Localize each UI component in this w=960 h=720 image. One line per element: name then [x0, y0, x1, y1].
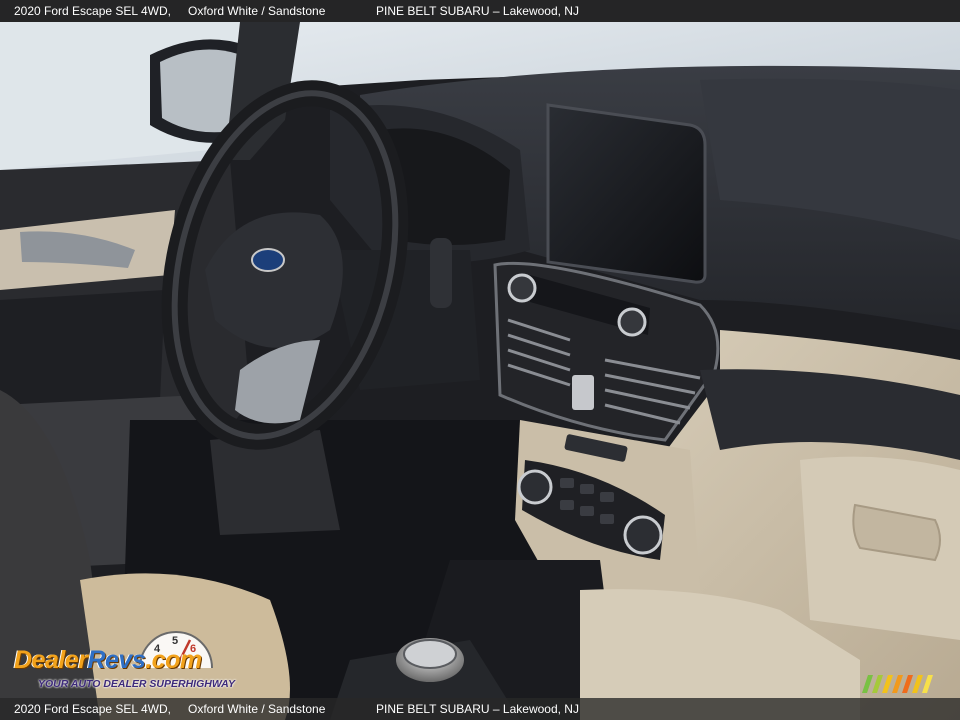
watermark-brand-dealer: Dealer: [14, 646, 88, 674]
watermark-tagline: YOUR AUTO DEALER SUPERHIGHWAY: [38, 678, 235, 690]
dealerrevs-watermark: 4 5 6 DealerRevs.com YOUR AUTO DEALER SU…: [12, 624, 272, 696]
caption-dealer-bottom: PINE BELT SUBARU – Lakewood, NJ: [376, 702, 579, 716]
caption-model-bottom: 2020 Ford Escape SEL 4WD,: [14, 702, 171, 716]
photo-stage: 2020 Ford Escape SEL 4WD, Oxford White /…: [0, 0, 960, 720]
watermark-brand-revs: Revs: [87, 646, 146, 674]
car-interior-photo: [0, 0, 960, 720]
caption-color-bottom: Oxford White / Sandstone: [188, 702, 326, 716]
color-stripes-icon: [862, 675, 933, 693]
caption-bar-bottom: 2020 Ford Escape SEL 4WD, Oxford White /…: [0, 698, 960, 720]
watermark-brand: DealerRevs.com: [14, 646, 202, 675]
caption-color: Oxford White / Sandstone: [188, 4, 326, 18]
watermark-brand-com: .com: [145, 646, 202, 674]
caption-model: 2020 Ford Escape SEL 4WD,: [14, 4, 171, 18]
caption-dealer: PINE BELT SUBARU – Lakewood, NJ: [376, 4, 579, 18]
caption-bar-top: 2020 Ford Escape SEL 4WD, Oxford White /…: [0, 0, 960, 22]
